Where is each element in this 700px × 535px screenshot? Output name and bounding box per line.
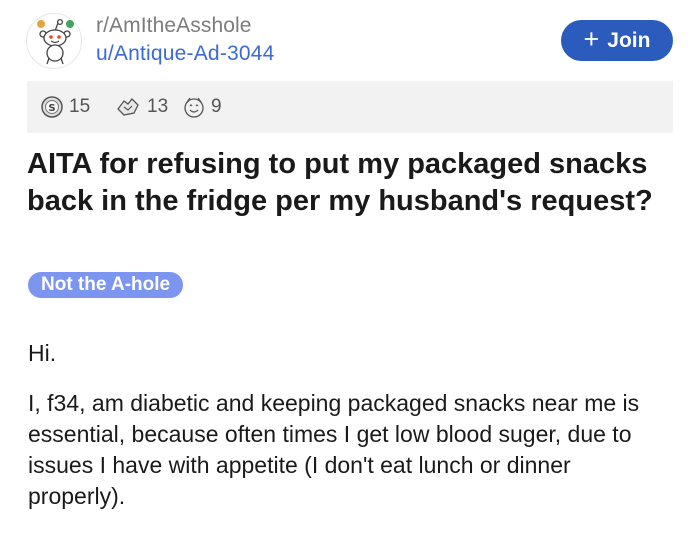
svg-text:S: S bbox=[48, 103, 55, 114]
award-count: 15 bbox=[69, 96, 91, 117]
award-helpful[interactable]: 13 bbox=[114, 93, 168, 121]
post-header: r/AmItheAsshole u/Antique-Ad-3044 + Join bbox=[0, 0, 700, 80]
post-paragraph: I, f34, am diabetic and keeping packaged… bbox=[28, 390, 640, 509]
award-silver[interactable]: S 15 bbox=[40, 93, 90, 121]
silver-award-icon: S bbox=[40, 95, 64, 119]
post-paragraph: Hi. bbox=[28, 340, 57, 366]
join-button[interactable]: + Join bbox=[561, 20, 673, 61]
awards-bar[interactable]: S 15 13 9 bbox=[27, 81, 673, 133]
helpful-award-icon bbox=[114, 95, 142, 119]
author-username[interactable]: u/Antique-Ad-3044 bbox=[96, 42, 275, 66]
join-label: Join bbox=[607, 28, 651, 52]
post-flair[interactable]: Not the A-hole bbox=[28, 272, 184, 298]
award-count: 9 bbox=[211, 96, 222, 117]
award-wholesome[interactable]: 9 bbox=[182, 93, 222, 121]
snoo-avatar-icon[interactable] bbox=[26, 13, 82, 69]
post-title[interactable]: AITA for refusing to put my packaged sna… bbox=[27, 146, 677, 220]
award-count: 13 bbox=[147, 96, 169, 117]
subreddit-name[interactable]: r/AmItheAsshole bbox=[96, 14, 252, 38]
plus-icon: + bbox=[583, 23, 600, 54]
wholesome-award-icon bbox=[182, 95, 206, 119]
